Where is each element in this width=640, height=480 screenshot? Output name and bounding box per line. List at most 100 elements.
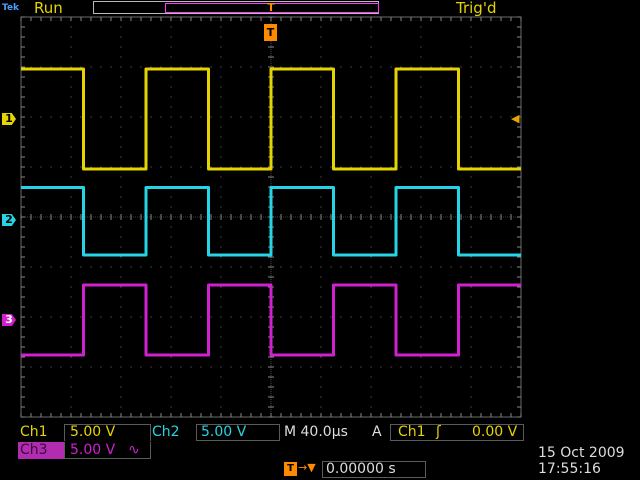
grid-dot	[320, 86, 322, 88]
grid-dot	[390, 66, 392, 68]
grid-dot	[390, 316, 392, 318]
trigger-time[interactable]: 0.00000 s	[326, 461, 396, 478]
grid-dot	[440, 166, 442, 168]
grid-dot	[380, 266, 382, 268]
timebase-readout[interactable]: M 40.0µs	[284, 424, 348, 441]
grid-dot	[70, 346, 72, 348]
grid-dot	[70, 336, 72, 338]
grid-dot	[90, 366, 92, 368]
grid-dot	[370, 316, 372, 318]
grid-dot	[80, 66, 82, 68]
grid-dot	[390, 366, 392, 368]
ch3-scale[interactable]: 5.00 V	[70, 442, 115, 459]
grid-dot	[370, 126, 372, 128]
grid-dot	[360, 166, 362, 168]
grid-dot	[240, 116, 242, 118]
grid-dot	[70, 226, 72, 228]
grid-dot	[170, 236, 172, 238]
grid-dot	[150, 266, 152, 268]
grid-dot	[350, 366, 352, 368]
grid-dot	[120, 206, 122, 208]
grid-dot	[100, 266, 102, 268]
grid-dot	[320, 236, 322, 238]
grid-dot	[420, 126, 422, 128]
grid-dot	[120, 166, 122, 168]
grid-dot	[360, 66, 362, 68]
grid-dot	[470, 336, 472, 338]
grid-dot	[120, 376, 122, 378]
grid-dot	[300, 266, 302, 268]
grid-dot	[120, 36, 122, 38]
grid-dot	[70, 96, 72, 98]
grid-dot	[370, 136, 372, 138]
grid-dot	[350, 266, 352, 268]
grid-dot	[190, 366, 192, 368]
grid-dot	[280, 316, 282, 318]
grid-dot	[420, 96, 422, 98]
ch1-label[interactable]: Ch1	[20, 424, 48, 441]
trigger-level-arrow-icon[interactable]: ◀	[511, 113, 521, 125]
grid-dot	[470, 206, 472, 208]
waveform-graticule[interactable]	[0, 0, 640, 480]
ch3-label[interactable]: Ch3	[20, 442, 48, 459]
date: 15 Oct 2009	[538, 445, 625, 461]
grid-dot	[420, 116, 422, 118]
grid-dot	[30, 366, 32, 368]
grid-dot	[510, 266, 512, 268]
grid-dot	[370, 346, 372, 348]
grid-dot	[120, 336, 122, 338]
trigger-level[interactable]: 0.00 V	[472, 424, 517, 441]
grid-dot	[310, 366, 312, 368]
grid-dot	[250, 316, 252, 318]
grid-dot	[260, 66, 262, 68]
grid-dot	[440, 266, 442, 268]
ch2-label[interactable]: Ch2	[152, 424, 180, 441]
grid-dot	[40, 166, 42, 168]
grid-dot	[220, 106, 222, 108]
grid-dot	[120, 226, 122, 228]
grid-dot	[210, 316, 212, 318]
grid-dot	[420, 56, 422, 58]
grid-dot	[320, 146, 322, 148]
grid-dot	[220, 396, 222, 398]
grid-dot	[90, 116, 92, 118]
grid-dot	[220, 346, 222, 348]
trigger-position-icon[interactable]: T	[264, 24, 277, 41]
grid-dot	[70, 106, 72, 108]
grid-dot	[370, 366, 372, 368]
rising-edge-icon[interactable]: ʃ	[436, 424, 441, 441]
grid-dot	[370, 46, 372, 48]
grid-dot	[420, 376, 422, 378]
grid-dot	[420, 236, 422, 238]
grid-dot	[450, 366, 452, 368]
trigger-source[interactable]: Ch1	[398, 424, 426, 441]
grid-dot	[410, 316, 412, 318]
grid-dot	[70, 256, 72, 258]
grid-dot	[120, 176, 122, 178]
grid-dot	[260, 266, 262, 268]
grid-dot	[350, 316, 352, 318]
grid-dot	[220, 46, 222, 48]
grid-dot	[170, 156, 172, 158]
ch2-scale[interactable]: 5.00 V	[201, 424, 246, 441]
grid-dot	[370, 186, 372, 188]
grid-dot	[170, 356, 172, 358]
grid-dot	[170, 286, 172, 288]
grid-dot	[420, 336, 422, 338]
grid-dot	[370, 116, 372, 118]
grid-dot	[120, 96, 122, 98]
grid-dot	[170, 146, 172, 148]
ch1-scale[interactable]: 5.00 V	[70, 424, 115, 441]
grid-dot	[40, 316, 42, 318]
grid-dot	[90, 266, 92, 268]
grid-dot	[110, 316, 112, 318]
grid-dot	[290, 316, 292, 318]
grid-dot	[120, 256, 122, 258]
grid-dot	[170, 166, 172, 168]
grid-dot	[320, 286, 322, 288]
grid-dot	[470, 116, 472, 118]
grid-dot	[320, 366, 322, 368]
grid-dot	[70, 276, 72, 278]
grid-dot	[370, 226, 372, 228]
grid-dot	[140, 166, 142, 168]
